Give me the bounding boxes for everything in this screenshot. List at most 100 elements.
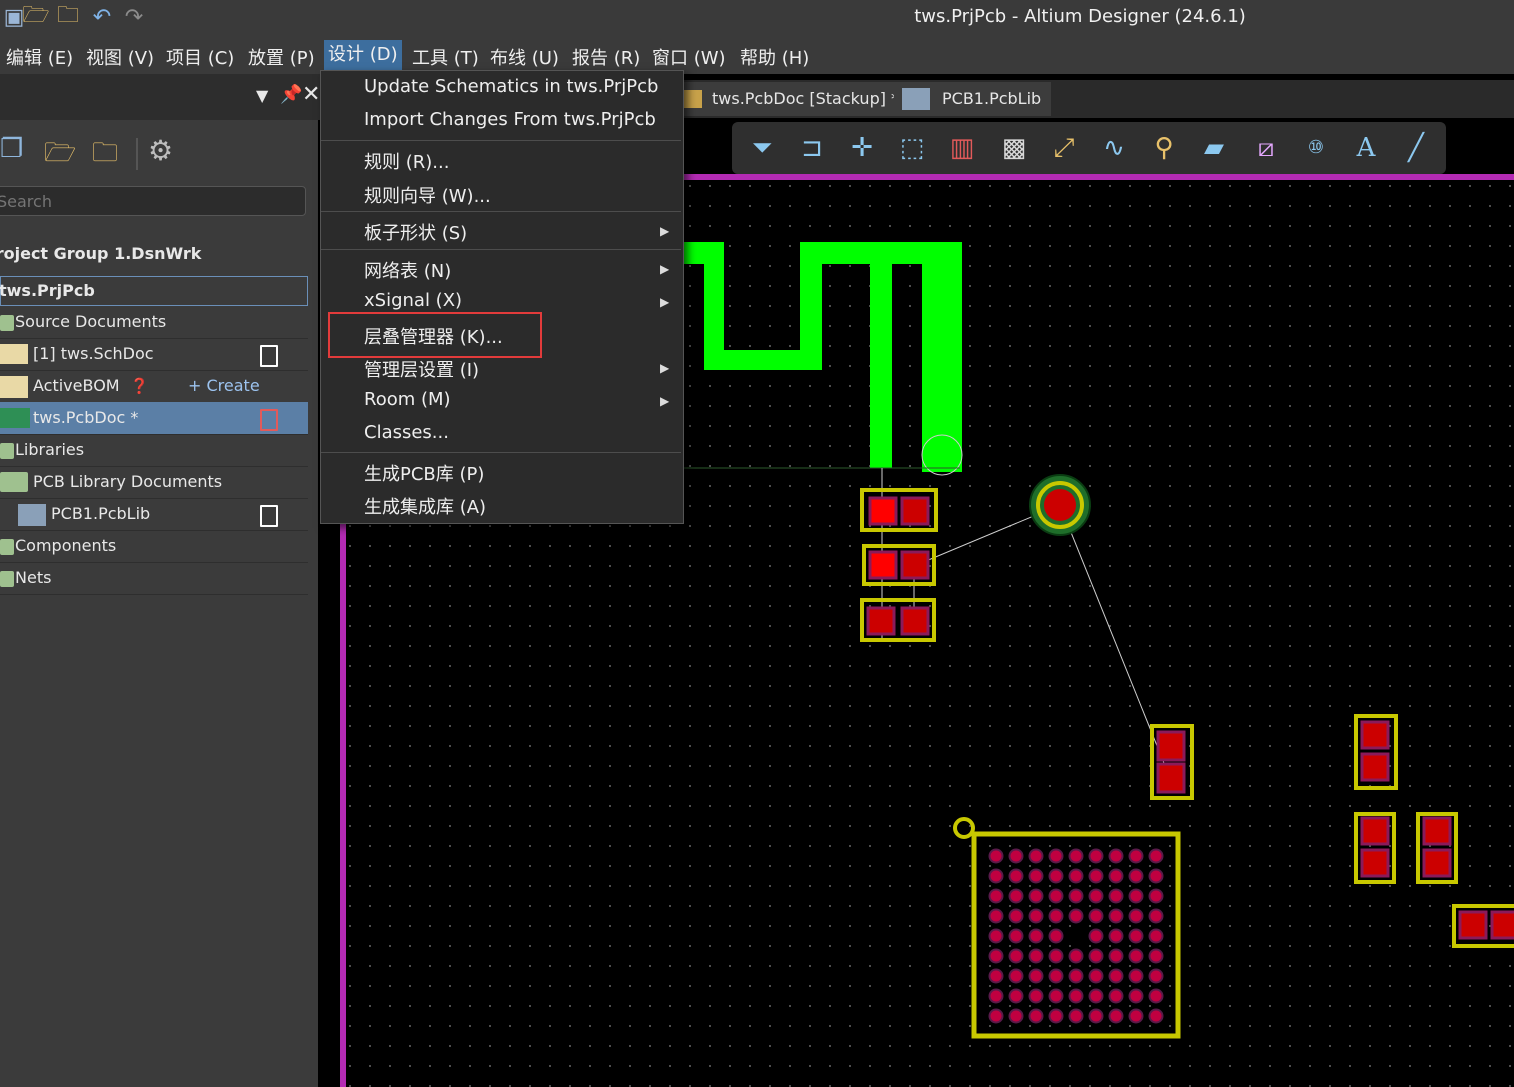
pcb-active-toolbar (732, 122, 1446, 174)
bga-ball (1068, 1008, 1084, 1024)
bga-ball (988, 988, 1004, 1004)
bga-ball (1128, 968, 1144, 984)
submenu-arrow-icon: ▶ (660, 295, 670, 309)
bga-ball (1148, 848, 1164, 864)
line-icon[interactable]: ╱ (1398, 130, 1434, 166)
bga-ball (1128, 908, 1144, 924)
component-c1 (860, 488, 938, 532)
bga-ball (1088, 888, 1104, 904)
bga-ball (1148, 968, 1164, 984)
bga-ball (1148, 868, 1164, 884)
bga-ball (1088, 868, 1104, 884)
bga-ball (1048, 888, 1064, 904)
bga-ball (1128, 868, 1144, 884)
bga-chip (953, 817, 1181, 1039)
bga-ball (1108, 908, 1124, 924)
bga-ball (1128, 888, 1144, 904)
menu-item-make-pcb-library[interactable]: 生成PCB库 (P) (364, 460, 484, 486)
bga-ball (988, 928, 1004, 944)
bga-ball (1008, 948, 1024, 964)
text-icon[interactable]: A (1348, 130, 1384, 166)
bga-ball (1088, 968, 1104, 984)
menu-item-xsignal[interactable]: xSignal (X) (364, 290, 462, 311)
component-icon[interactable]: ▩ (996, 130, 1032, 166)
menu-item-rules[interactable]: 规则 (R)... (364, 148, 449, 174)
bga-ball (1068, 908, 1084, 924)
bga-ball (988, 908, 1004, 924)
bga-ball (1088, 988, 1104, 1004)
bga-ball (1028, 968, 1044, 984)
menu-item-rule-wizard[interactable]: 规则向导 (W)... (364, 182, 491, 208)
bga-ball (1028, 888, 1044, 904)
submenu-arrow-icon: ▶ (660, 394, 670, 408)
bga-ball (1148, 888, 1164, 904)
bga-ball (1048, 968, 1064, 984)
align-icon[interactable]: ▥ (944, 130, 980, 166)
menu-item-layer-settings[interactable]: 管理层设置 (I) (364, 356, 479, 382)
bga-ball (1008, 1008, 1024, 1024)
bga-ball (1048, 948, 1064, 964)
bga-ball (1108, 868, 1124, 884)
bga-ball (1028, 868, 1044, 884)
keepout-icon[interactable]: ⧄ (1248, 130, 1284, 166)
via-icon[interactable]: ⚲ (1146, 130, 1182, 166)
menu-separator (321, 452, 681, 453)
menu-item-room[interactable]: Room (M) (364, 389, 451, 410)
bga-ball (1128, 928, 1144, 944)
bga-ball (1108, 1008, 1124, 1024)
bga-ball (1008, 868, 1024, 884)
dimension-icon[interactable]: ⑩ (1298, 130, 1334, 166)
route-icon[interactable]: ⤢ (1046, 130, 1082, 166)
menu-item-classes[interactable]: Classes... (364, 422, 449, 443)
bga-ball (1028, 928, 1044, 944)
select-rect-icon[interactable]: ⬚ (894, 130, 930, 166)
bga-ball (988, 948, 1004, 964)
menu-item-netlist[interactable]: 网络表 (N) (364, 257, 451, 283)
bga-ball (1028, 948, 1044, 964)
bga-ball (1148, 988, 1164, 1004)
bga-ball (1128, 848, 1144, 864)
component-c3 (860, 598, 936, 642)
submenu-arrow-icon: ▶ (660, 262, 670, 276)
bga-ball (1108, 888, 1124, 904)
bga-ball (1048, 868, 1064, 884)
filter-icon[interactable]: ⏷ (744, 130, 780, 166)
bga-ball (1088, 908, 1104, 924)
component-r5 (1452, 904, 1514, 948)
bga-ball (1008, 848, 1024, 864)
bga-ball (1108, 948, 1124, 964)
submenu-arrow-icon: ▶ (660, 224, 670, 238)
menu-separator (321, 249, 681, 250)
menu-item-board-shape[interactable]: 板子形状 (S) (364, 219, 467, 245)
component-r1 (1150, 724, 1194, 800)
bga-ball (1088, 928, 1104, 944)
bga-ball (1068, 968, 1084, 984)
menu-item-make-integrated-library[interactable]: 生成集成库 (A) (364, 493, 486, 519)
move-icon[interactable]: ✛ (844, 130, 880, 166)
bga-ball (1048, 1008, 1064, 1024)
bga-ball (1068, 848, 1084, 864)
component-r3 (1354, 812, 1396, 884)
bga-ball (1068, 988, 1084, 1004)
bga-ball (1028, 908, 1044, 924)
diff-pair-icon[interactable]: ∿ (1096, 130, 1132, 166)
bga-ball (1068, 948, 1084, 964)
submenu-arrow-icon: ▶ (660, 361, 670, 375)
component-r2 (1354, 714, 1398, 790)
bga-ball (1148, 908, 1164, 924)
bga-ball (1048, 928, 1064, 944)
bga-ball (988, 848, 1004, 864)
menu-item-update-schematics[interactable]: Update Schematics in tws.PrjPcb (364, 76, 658, 97)
bga-ball (1048, 908, 1064, 924)
bga-ball (1048, 988, 1064, 1004)
component-c2 (862, 544, 936, 586)
polygon-icon[interactable]: ▰ (1196, 130, 1232, 166)
menu-item-import-changes[interactable]: Import Changes From tws.PrjPcb (364, 109, 656, 130)
snap-icon[interactable]: ⊐ (794, 130, 830, 166)
bga-ball (1068, 868, 1084, 884)
bga-ball (1028, 848, 1044, 864)
feed-point-pad (1029, 474, 1091, 536)
bga-ball (988, 1008, 1004, 1024)
bga-ball (1008, 928, 1024, 944)
bga-ball (988, 968, 1004, 984)
